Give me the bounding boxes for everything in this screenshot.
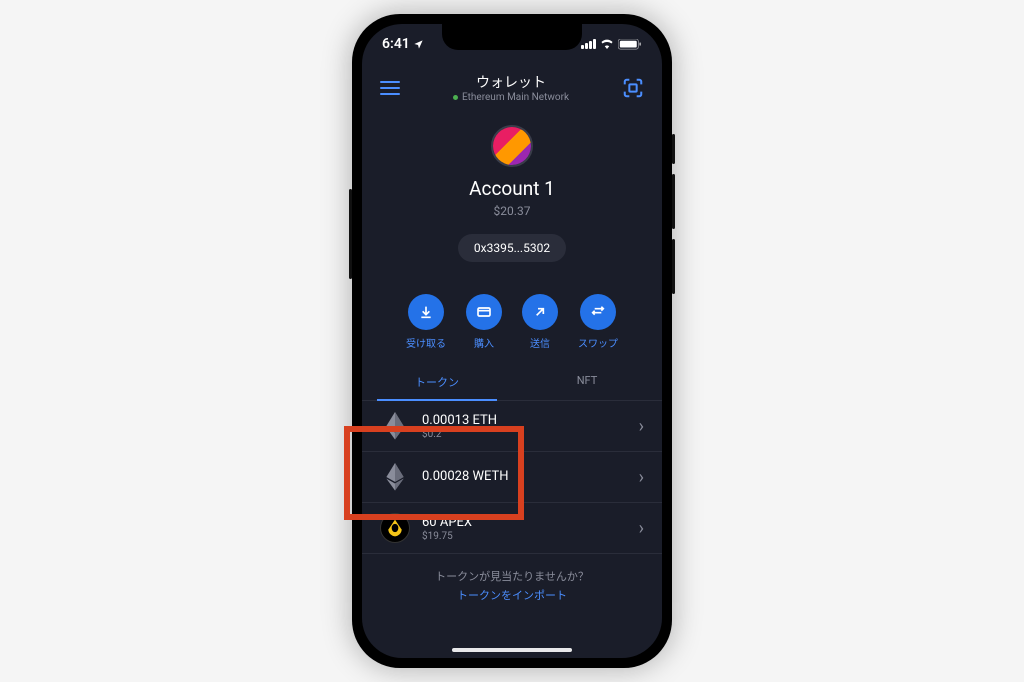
token-value: $19.75	[422, 531, 627, 542]
phone-frame: 6:41 ウォレット	[352, 14, 672, 668]
account-balance: $20.37	[362, 204, 662, 218]
home-indicator[interactable]	[452, 648, 572, 652]
token-info: 60 APEX $19.75	[422, 515, 627, 542]
scan-button[interactable]	[622, 77, 644, 99]
side-button	[672, 174, 675, 229]
address-pill[interactable]: 0x3395...5302	[458, 234, 566, 262]
tab-nft[interactable]: NFT	[512, 364, 662, 400]
menu-button[interactable]	[380, 81, 400, 95]
weth-icon	[380, 462, 410, 492]
send-button[interactable]: 送信	[522, 294, 558, 350]
eth-icon	[380, 411, 410, 441]
import-token-link[interactable]: トークンをインポート	[376, 587, 648, 603]
network-label[interactable]: Ethereum Main Network	[453, 92, 569, 103]
account-section: Account 1 $20.37 0x3395...5302	[362, 109, 662, 276]
token-info: 0.00013 ETH $0.2	[422, 413, 627, 440]
download-icon	[408, 294, 444, 330]
location-icon	[413, 39, 424, 50]
swap-button[interactable]: スワップ	[578, 294, 618, 350]
swap-icon	[580, 294, 616, 330]
receive-button[interactable]: 受け取る	[406, 294, 446, 350]
footer-not-found: トークンが見当たりませんか？	[376, 568, 648, 584]
status-bar-left: 6:41	[382, 36, 424, 52]
header-title: ウォレット	[453, 72, 569, 92]
token-row-weth[interactable]: 0.00028 WETH ›	[362, 452, 662, 503]
tabs: トークン NFT	[362, 364, 662, 401]
action-label: 送信	[522, 335, 558, 350]
side-button	[672, 134, 675, 164]
token-amount: 60 APEX	[422, 515, 627, 530]
chevron-right-icon: ›	[639, 467, 644, 488]
network-status-dot	[453, 95, 458, 100]
network-name: Ethereum Main Network	[462, 92, 569, 103]
battery-icon	[618, 39, 642, 50]
side-button	[672, 239, 675, 294]
action-label: スワップ	[578, 335, 618, 350]
notch	[442, 24, 582, 50]
action-label: 受け取る	[406, 335, 446, 350]
signal-icon	[581, 39, 596, 49]
token-info: 0.00028 WETH	[422, 469, 627, 485]
status-bar-right	[581, 39, 642, 50]
apex-icon	[380, 513, 410, 543]
account-name[interactable]: Account 1	[362, 177, 662, 200]
arrow-up-right-icon	[522, 294, 558, 330]
card-icon	[466, 294, 502, 330]
buy-button[interactable]: 購入	[466, 294, 502, 350]
token-value: $0.2	[422, 429, 627, 440]
header-center: ウォレット Ethereum Main Network	[453, 72, 569, 103]
token-amount: 0.00028 WETH	[422, 469, 627, 484]
footer-text: トークンが見当たりませんか？ トークンをインポート	[362, 554, 662, 617]
token-list: 0.00013 ETH $0.2 › 0.00028 WETH ›	[362, 401, 662, 554]
side-button	[349, 189, 352, 279]
actions-row: 受け取る 購入 送信 スワップ	[362, 276, 662, 364]
account-avatar[interactable]	[491, 125, 533, 167]
tab-tokens[interactable]: トークン	[362, 364, 512, 400]
chevron-right-icon: ›	[639, 416, 644, 437]
app-header: ウォレット Ethereum Main Network	[362, 64, 662, 109]
token-amount: 0.00013 ETH	[422, 413, 627, 428]
token-row-eth[interactable]: 0.00013 ETH $0.2 ›	[362, 401, 662, 452]
chevron-right-icon: ›	[639, 518, 644, 539]
action-label: 購入	[466, 335, 502, 350]
status-time: 6:41	[382, 36, 410, 52]
token-row-apex[interactable]: 60 APEX $19.75 ›	[362, 503, 662, 554]
screen: 6:41 ウォレット	[362, 24, 662, 658]
wifi-icon	[600, 39, 614, 49]
